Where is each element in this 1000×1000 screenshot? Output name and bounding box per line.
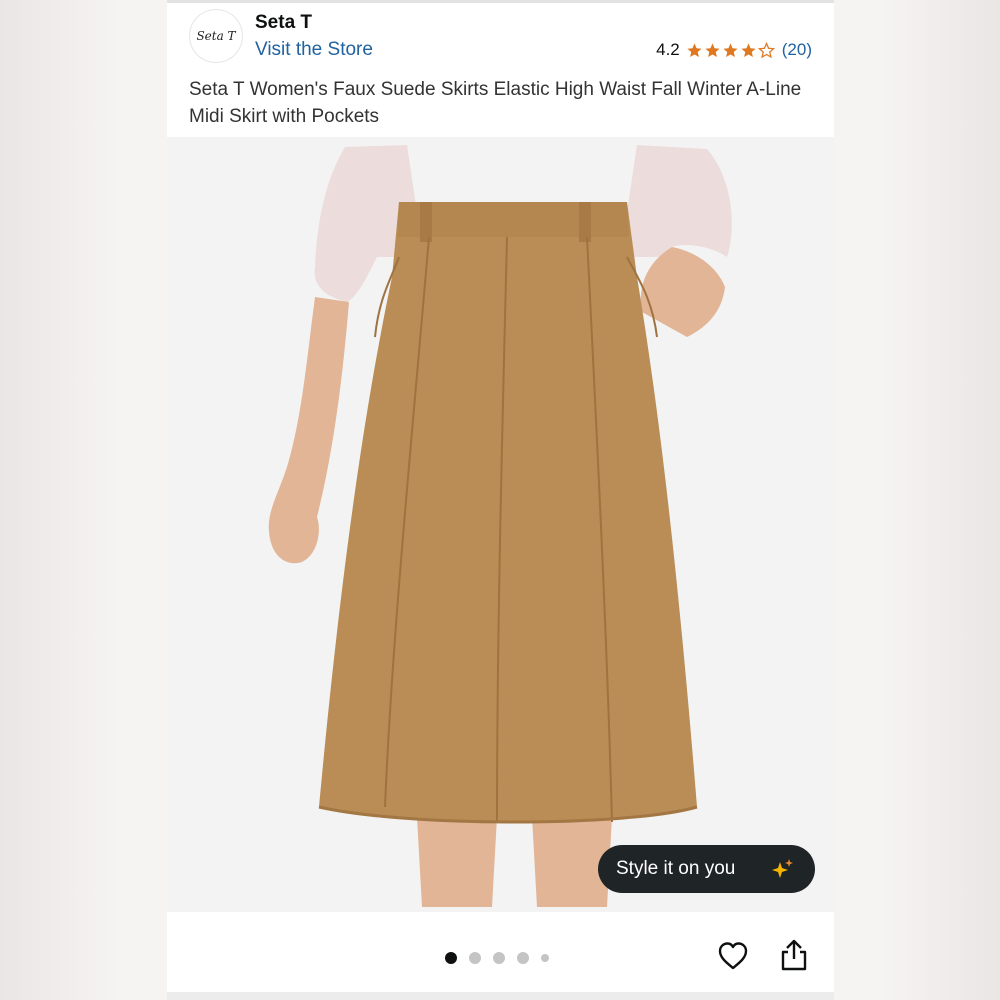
heart-icon[interactable]: [717, 940, 749, 972]
carousel-dot[interactable]: [517, 952, 529, 964]
product-card: Seta T Seta T Visit the Store 4.2 (20) S…: [167, 0, 834, 1000]
carousel-dot[interactable]: [493, 952, 505, 964]
star-full-icon: [723, 42, 738, 57]
share-icon[interactable]: [779, 938, 809, 972]
card-bottom-border: [167, 992, 834, 1000]
card-top-border: [167, 0, 834, 3]
image-action-bar: [167, 912, 834, 992]
store-logo-text: Seta T: [196, 29, 236, 43]
carousel-dot[interactable]: [469, 952, 481, 964]
rating-summary[interactable]: 4.2 (20): [656, 40, 812, 60]
style-it-on-you-button[interactable]: Style it on you: [598, 845, 815, 893]
carousel-dot-active[interactable]: [445, 952, 457, 964]
carousel-dots: [445, 952, 561, 964]
store-name: Seta T: [255, 12, 313, 33]
belt-loop: [579, 202, 591, 242]
style-button-label: Style it on you: [616, 858, 736, 879]
product-image[interactable]: [167, 137, 834, 912]
star-full-icon: [741, 42, 756, 57]
rating-count-link[interactable]: (20): [782, 40, 812, 60]
visit-store-link[interactable]: Visit the Store: [255, 39, 373, 61]
product-title: Seta T Women's Faux Suede Skirts Elastic…: [189, 79, 802, 127]
star-empty-icon: [757, 41, 775, 58]
left-leg: [417, 817, 497, 907]
rating-value: 4.2: [656, 40, 680, 59]
carousel-dot[interactable]: [541, 954, 549, 962]
sparkle-icon: [772, 859, 793, 878]
star-full-icon: [687, 42, 702, 57]
belt-loop: [420, 202, 432, 242]
store-logo[interactable]: Seta T: [189, 9, 243, 63]
star-full-icon: [705, 42, 720, 57]
product-photo-illustration: [167, 137, 834, 912]
rating-stars: [686, 41, 776, 59]
